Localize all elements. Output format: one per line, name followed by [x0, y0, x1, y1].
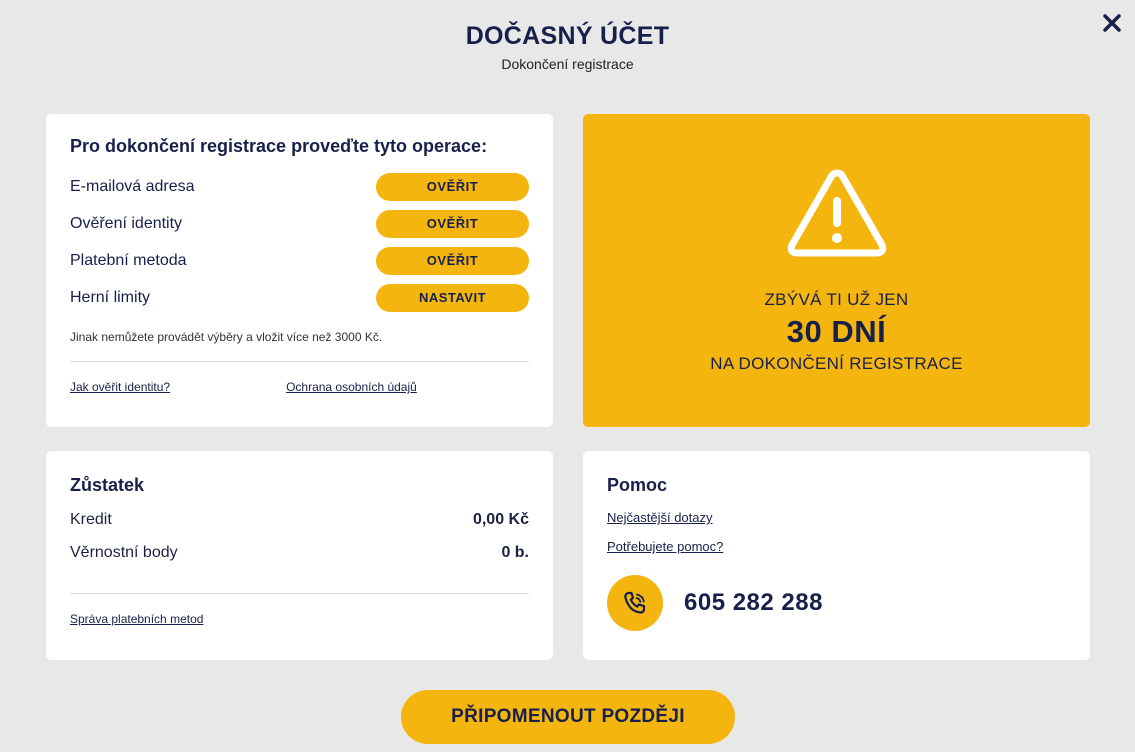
operation-row-payment: Platební metoda OVĚŘIT: [70, 242, 529, 279]
faq-link[interactable]: Nejčastější dotazy: [607, 510, 1066, 525]
phone-call-button[interactable]: [607, 575, 663, 631]
operations-note: Jinak nemůžete provádět výběry a vložit …: [70, 330, 383, 344]
modal-header: DOČASNÝ ÚČET Dokončení registrace: [0, 22, 1135, 72]
registration-deadline-card: ZBÝVÁ TI UŽ JEN 30 DNÍ NA DOKONČENÍ REGI…: [583, 114, 1090, 427]
divider: [70, 593, 529, 594]
help-card: Pomoc Nejčastější dotazy Potřebujete pom…: [583, 451, 1090, 660]
warning-triangle-icon: [787, 169, 887, 257]
balance-card: Zůstatek Kredit 0,00 Kč Věrnostní body 0…: [46, 451, 553, 660]
operations-title: Pro dokončení registrace proveďte tyto o…: [70, 136, 488, 156]
balance-title: Zůstatek: [70, 475, 145, 495]
help-title: Pomoc: [607, 475, 668, 495]
verify-email-button[interactable]: OVĚŘIT: [376, 172, 529, 201]
verify-identity-help-link[interactable]: Jak ověřit identitu?: [70, 380, 170, 394]
deadline-outro: NA DOKONČENÍ REGISTRACE: [710, 354, 963, 373]
phone-contact: 605 282 288: [607, 575, 1066, 631]
need-help-link[interactable]: Potřebujete pomoc?: [607, 539, 1066, 554]
balance-value: 0,00 Kč: [472, 511, 529, 528]
operations-card: Pro dokončení registrace proveďte tyto o…: [46, 114, 553, 427]
operation-label: Platební metoda: [70, 251, 187, 269]
privacy-link[interactable]: Ochrana osobních údajů: [286, 380, 417, 394]
phone-number: 605 282 288: [684, 589, 823, 616]
page-subtitle: Dokončení registrace: [501, 56, 634, 72]
operation-label: E-mailová adresa: [70, 177, 195, 195]
balance-row-credit: Kredit 0,00 Kč: [70, 511, 529, 529]
operation-label: Ověření identity: [70, 214, 183, 232]
verify-payment-button[interactable]: OVĚŘIT: [376, 246, 529, 275]
remind-later-button[interactable]: PŘIPOMENOUT POZDĚJI: [401, 690, 735, 744]
divider: [70, 361, 529, 362]
days-remaining: 30 DNÍ: [786, 314, 887, 349]
balance-value: 0 b.: [501, 544, 529, 561]
operation-row-limits: Herní limity NASTAVIT: [70, 279, 529, 316]
phone-icon: [624, 591, 646, 614]
page-title: DOČASNÝ ÚČET: [465, 22, 670, 50]
operation-row-email: E-mailová adresa OVĚŘIT: [70, 168, 529, 205]
payment-methods-link[interactable]: Správa platebních metod: [70, 612, 203, 626]
balance-label: Věrnostní body: [70, 544, 178, 561]
balance-row-loyalty: Věrnostní body 0 b.: [70, 544, 529, 562]
operation-label: Herní limity: [70, 288, 151, 306]
deadline-intro: ZBÝVÁ TI UŽ JEN: [764, 290, 909, 309]
set-limits-button[interactable]: NASTAVIT: [376, 283, 529, 312]
operation-row-identity: Ověření identity OVĚŘIT: [70, 205, 529, 242]
balance-label: Kredit: [70, 511, 112, 528]
verify-identity-button[interactable]: OVĚŘIT: [376, 209, 529, 238]
